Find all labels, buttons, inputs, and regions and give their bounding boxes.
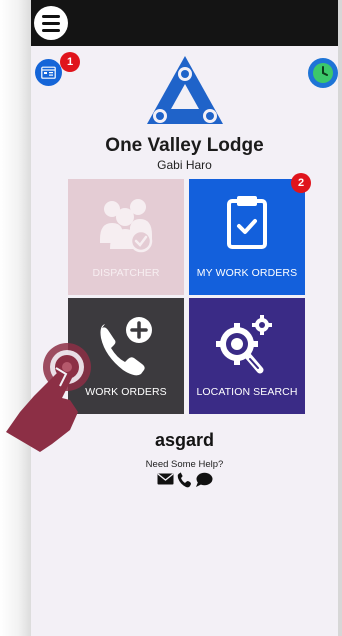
phone-icon[interactable] <box>177 472 192 488</box>
org-title: One Valley Lodge <box>105 135 264 156</box>
contact-icons <box>31 472 338 488</box>
calendar-button[interactable] <box>35 59 62 86</box>
org-logo <box>147 56 223 124</box>
clipboard-check-icon <box>227 196 267 249</box>
help-text: Need Some Help? <box>145 459 224 470</box>
tap-hand-overlay <box>6 343 91 452</box>
calendar-badge: 1 <box>60 52 80 72</box>
user-name: Gabi Haro <box>157 158 212 172</box>
chat-bubble-icon[interactable] <box>195 472 213 488</box>
my-work-orders-label: MY WORK ORDERS <box>196 267 298 279</box>
calendar-icon <box>41 66 56 79</box>
hamburger-menu-icon[interactable] <box>34 6 68 40</box>
top-bar <box>31 0 338 46</box>
clock-icon <box>313 63 333 83</box>
location-search-tile[interactable]: LOCATION SEARCH <box>189 298 305 414</box>
envelope-icon[interactable] <box>157 472 174 488</box>
device-bezel-right <box>338 0 342 636</box>
location-search-label: LOCATION SEARCH <box>196 386 298 398</box>
dispatcher-tile[interactable]: DISPATCHER <box>68 179 184 295</box>
dispatcher-label: DISPATCHER <box>92 267 160 279</box>
clock-button[interactable] <box>308 58 338 88</box>
people-check-icon <box>100 199 153 253</box>
my-work-orders-tile[interactable]: MY WORK ORDERS <box>189 179 305 295</box>
my-work-orders-badge: 2 <box>291 173 311 193</box>
device-bezel-left <box>0 0 31 636</box>
gear-search-icon <box>216 315 272 374</box>
app-screen: 1 One Valley Lodge Gabi Haro DISPATCHER … <box>31 0 338 636</box>
